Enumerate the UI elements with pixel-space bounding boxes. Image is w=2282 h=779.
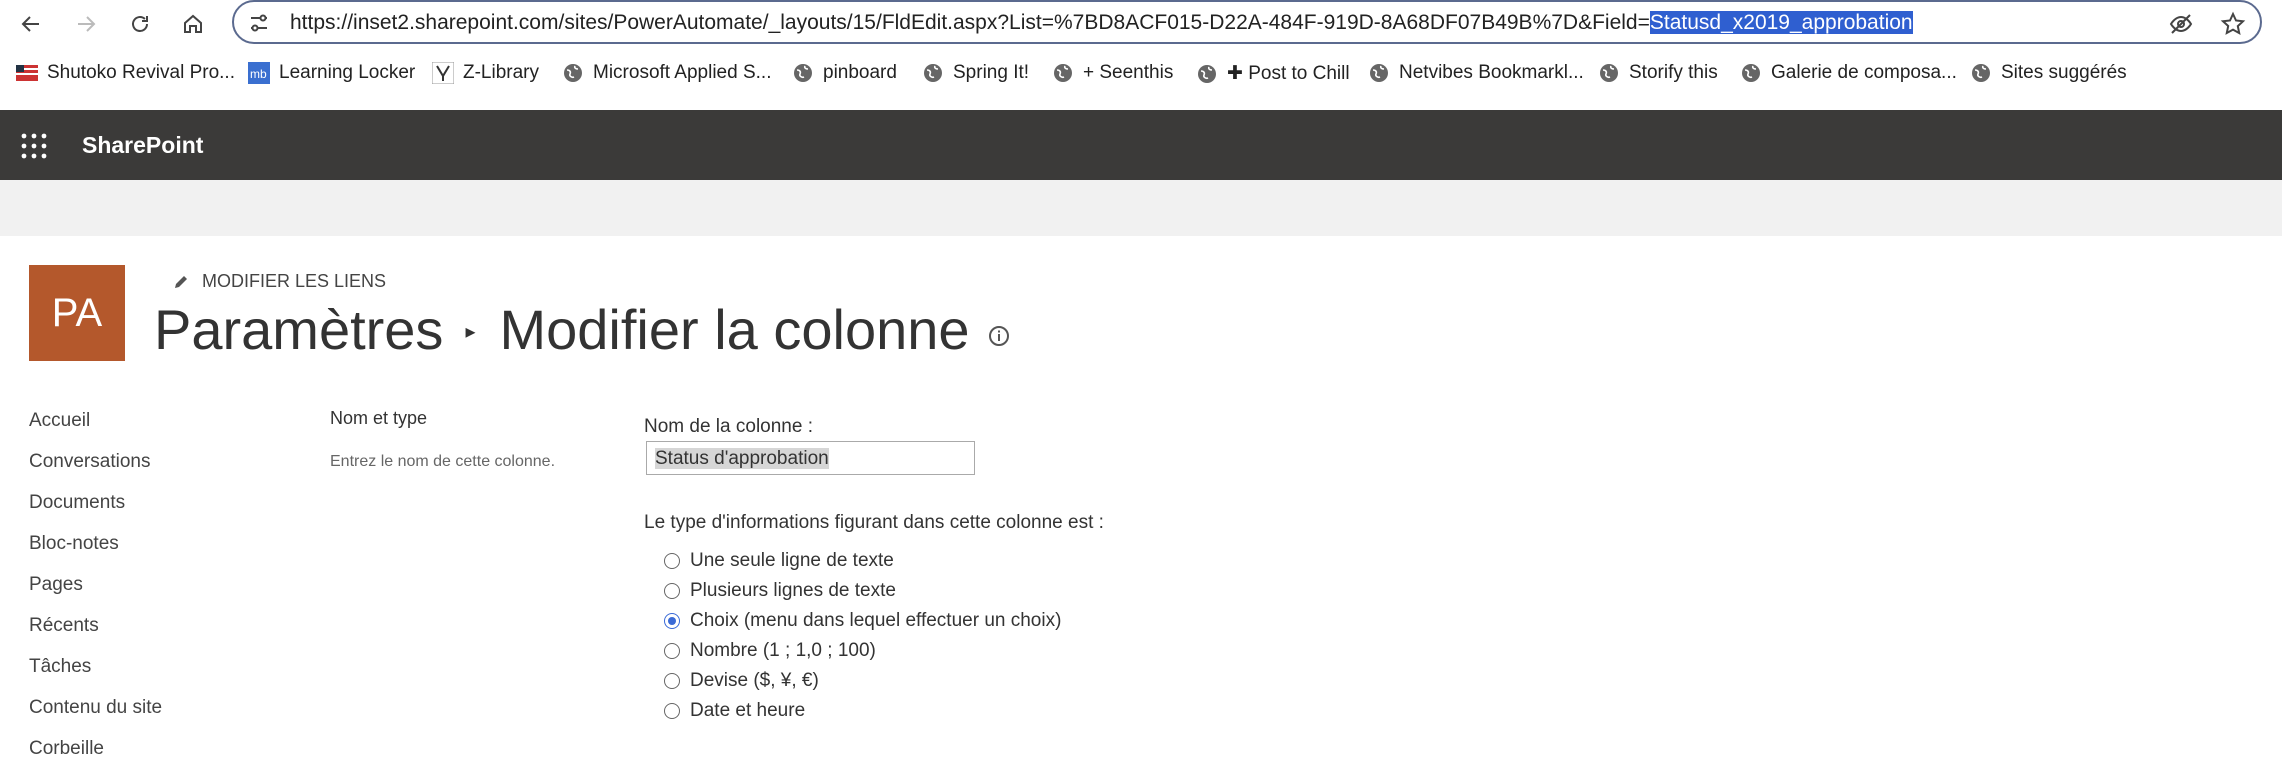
ribbon-bar [0,180,2282,236]
column-type-options: Une seule ligne de texte Plusieurs ligne… [664,546,1061,726]
bookmark-3[interactable]: Microsoft Applied S... [562,62,771,84]
globe-icon [562,62,584,84]
forward-button[interactable] [70,8,102,40]
type-option-multi-line[interactable]: Plusieurs lignes de texte [664,576,1061,606]
browser-chrome: https://inset2.sharepoint.com/sites/Powe… [0,0,2282,96]
breadcrumb-current: Modifier la colonne [499,298,970,361]
pencil-icon [175,275,187,288]
breadcrumb-parent[interactable]: Paramètres [154,297,443,362]
radio-button[interactable] [664,643,680,659]
bookmark-10[interactable]: Galerie de composa... [1740,62,1957,84]
home-icon [184,14,202,33]
app-launcher-icon[interactable] [20,132,48,160]
radio-button[interactable] [664,553,680,569]
nav-item-bloc-notes[interactable]: Bloc-notes [29,533,162,574]
bookmark-7[interactable]: ✚ Post to Chill [1196,62,1350,85]
globe-icon [1196,63,1218,85]
nav-item-contenu-du-site[interactable]: Contenu du site [29,697,162,738]
bookmark-2[interactable]: Z-Library [432,62,539,84]
left-navigation: Accueil Conversations Documents Bloc-not… [29,410,162,779]
site-logo[interactable]: PA [29,265,125,361]
nav-item-taches[interactable]: Tâches [29,656,162,697]
url-selection: Statusd_x2019_approbation [1649,11,1913,34]
bookmark-1[interactable]: mb Learning Locker [248,62,415,84]
bookmark-9[interactable]: Storify this [1598,62,1718,84]
nav-item-documents[interactable]: Documents [29,492,162,533]
globe-icon [1598,62,1620,84]
nav-item-conversations[interactable]: Conversations [29,451,162,492]
radio-button[interactable] [664,703,680,719]
column-name-input[interactable]: Status d'approbation [646,441,975,475]
site-settings-icon[interactable] [248,12,270,34]
globe-icon [1052,62,1074,84]
mb-icon: mb [248,62,270,84]
column-name-label: Nom de la colonne : [644,416,813,437]
globe-icon [1368,62,1390,84]
column-name-value: Status d'approbation [655,448,829,469]
edit-links-button[interactable]: MODIFIER LES LIENS [172,271,386,292]
reload-icon [132,16,148,32]
section-title: Nom et type [330,408,428,428]
nav-item-corbeille[interactable]: Corbeille [29,738,162,779]
svg-text:mb: mb [250,67,267,81]
section-description: Entrez le nom de cette colonne. [330,453,556,470]
bookmark-5[interactable]: Spring It! [922,62,1029,84]
radio-button-selected[interactable] [664,613,680,629]
radio-button[interactable] [664,673,680,689]
url-text[interactable]: https://inset2.sharepoint.com/sites/Powe… [290,11,1913,35]
globe-icon [922,62,944,84]
bookmark-4[interactable]: pinboard [792,62,897,84]
suite-bar: SharePoint [0,110,2282,180]
reload-button[interactable] [124,8,156,40]
bookmarks-bar: Shutoko Revival Pro... mb Learning Locke… [0,58,2282,96]
home-button[interactable] [177,8,209,40]
nav-item-recents[interactable]: Récents [29,615,162,656]
nav-item-accueil[interactable]: Accueil [29,410,162,451]
bookmark-6[interactable]: + Seenthis [1052,62,1173,84]
zlib-icon [432,62,454,84]
page-title: Paramètres ▸ Modifier la colonne [154,297,1010,362]
suite-title[interactable]: SharePoint [82,132,203,159]
back-arrow-icon [21,16,39,32]
info-icon[interactable] [988,325,1010,347]
flag-icon [16,62,38,84]
url-prefix: https://inset2.sharepoint.com/sites/Powe… [290,11,1650,34]
type-option-datetime[interactable]: Date et heure [664,696,1061,726]
back-button[interactable] [15,8,47,40]
type-option-number[interactable]: Nombre (1 ; 1,0 ; 100) [664,636,1061,666]
bookmark-0[interactable]: Shutoko Revival Pro... [16,62,235,84]
radio-button[interactable] [664,583,680,599]
type-option-single-line[interactable]: Une seule ligne de texte [664,546,1061,576]
eye-off-icon[interactable] [2168,11,2194,37]
type-option-currency[interactable]: Devise ($, ¥, €) [664,666,1061,696]
edit-links-label: MODIFIER LES LIENS [202,271,387,291]
column-type-label: Le type d'informations figurant dans cet… [644,512,1104,533]
globe-icon [1970,62,1992,84]
bookmark-11[interactable]: Sites suggérés [1970,62,2127,84]
breadcrumb-separator-icon: ▸ [465,321,476,343]
globe-icon [1740,62,1762,84]
bookmark-star-icon[interactable] [2220,11,2246,37]
globe-icon [792,62,814,84]
forward-arrow-icon [78,16,96,32]
bookmark-8[interactable]: Netvibes Bookmarkl... [1368,62,1584,84]
nav-item-pages[interactable]: Pages [29,574,162,615]
type-option-choice[interactable]: Choix (menu dans lequel effectuer un cho… [664,606,1061,636]
address-bar[interactable]: https://inset2.sharepoint.com/sites/Powe… [232,0,2262,44]
